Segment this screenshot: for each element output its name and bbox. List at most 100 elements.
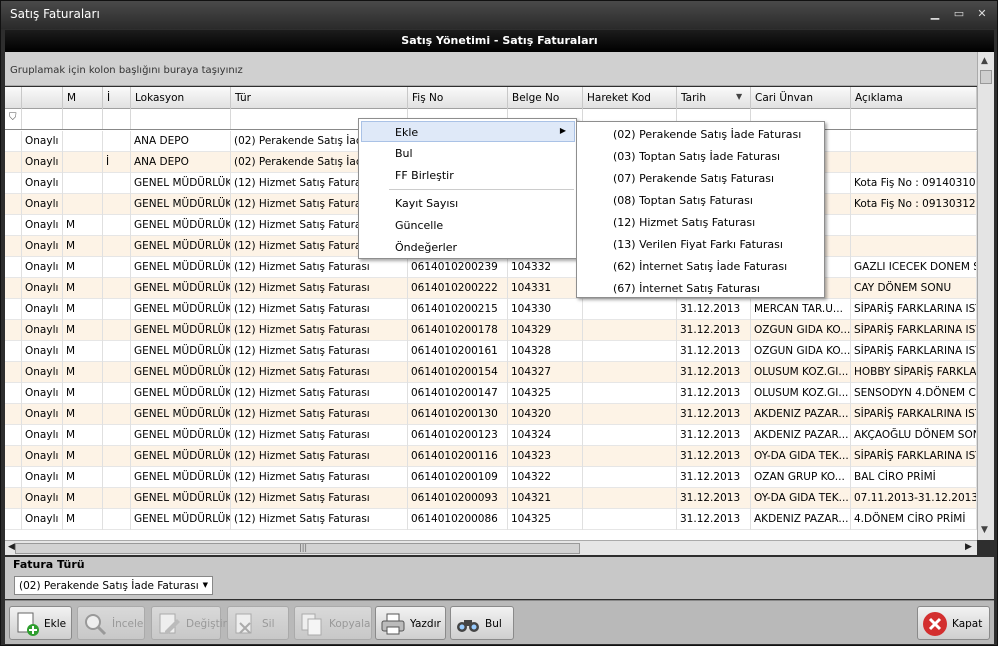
menu-item-merge[interactable]: FF Birleştir [361, 165, 575, 186]
filter-cell[interactable] [131, 109, 231, 129]
row-indicator[interactable] [5, 425, 22, 446]
table-row[interactable]: Onaylı M GENEL MÜDÜRLÜK (12) Hizmet Satış F… [5, 425, 977, 446]
row-indicator[interactable] [5, 257, 22, 278]
submenu-item[interactable]: (13) Verilen Fiyat Farkı Faturası [579, 234, 823, 255]
row-indicator[interactable] [5, 383, 22, 404]
filter-cell[interactable] [103, 109, 131, 129]
row-indicator[interactable] [5, 236, 22, 257]
filter-cell[interactable] [63, 109, 103, 129]
close-button[interactable]: Kapat [917, 606, 990, 640]
scroll-right-icon[interactable]: ▶ [965, 542, 972, 552]
table-cell: GENEL MÜDÜRLÜK [131, 446, 231, 467]
menu-item-find[interactable]: Bul [361, 143, 575, 164]
submenu-item[interactable]: (07) Perakende Satış Faturası [579, 168, 823, 189]
copy-button[interactable]: Kopyala [294, 606, 372, 640]
find-button[interactable]: Bul [450, 606, 514, 640]
row-indicator[interactable] [5, 362, 22, 383]
scroll-left-icon[interactable]: ◀ [8, 542, 15, 552]
table-cell: 31.12.2013 [677, 299, 751, 320]
submenu-item[interactable]: (62) İnternet Satış İade Faturası [579, 256, 823, 277]
table-cell [583, 488, 677, 509]
submenu-item[interactable]: (08) Toptan Satış Faturası [579, 190, 823, 211]
table-row[interactable]: Onaylı M GENEL MÜDÜRLÜK (12) Hizmet Satış F… [5, 257, 977, 278]
table-row[interactable]: Onaylı M GENEL MÜDÜRLÜK (12) Hizmet Satış F… [5, 467, 977, 488]
row-indicator[interactable] [5, 278, 22, 299]
column-header[interactable]: Cari Ünvan [751, 87, 851, 109]
filter-cell[interactable] [851, 109, 977, 129]
row-indicator[interactable] [5, 446, 22, 467]
minimize-icon[interactable]: ▁ [926, 6, 944, 22]
row-indicator[interactable] [5, 152, 22, 173]
delete-icon [235, 613, 252, 634]
table-cell: 104325 [508, 383, 583, 404]
row-indicator[interactable] [5, 299, 22, 320]
scroll-up-icon[interactable]: ▲ [981, 56, 988, 66]
table-cell: GENEL MÜDÜRLÜK [131, 194, 231, 215]
column-header[interactable]: Belge No [508, 87, 583, 109]
column-header[interactable]: Açıklama [851, 87, 977, 109]
row-indicator[interactable] [5, 404, 22, 425]
column-header[interactable]: Hareket Kod [583, 87, 677, 109]
menu-item-refresh[interactable]: Güncelle [361, 215, 575, 236]
submenu-item[interactable]: (03) Toptan Satış İade Faturası [579, 146, 823, 167]
row-indicator[interactable] [5, 215, 22, 236]
menu-item-record-count[interactable]: Kayıt Sayısı [361, 193, 575, 214]
table-cell: GENEL MÜDÜRLÜK [131, 215, 231, 236]
table-row[interactable]: Onaylı M GENEL MÜDÜRLÜK (12) Hizmet Satış F… [5, 509, 977, 530]
table-row[interactable]: Onaylı M GENEL MÜDÜRLÜK (12) Hizmet Satış F… [5, 278, 977, 299]
table-row[interactable]: Onaylı M GENEL MÜDÜRLÜK (12) Hizmet Satış F… [5, 488, 977, 509]
maximize-icon[interactable]: ▭ [950, 6, 968, 22]
scroll-down-icon[interactable]: ▼ [981, 525, 988, 535]
row-indicator[interactable] [5, 509, 22, 530]
table-row[interactable]: Onaylı M GENEL MÜDÜRLÜK (12) Hizmet Satış F… [5, 362, 977, 383]
menu-item-defaults[interactable]: Öndeğerler [361, 237, 575, 258]
add-button[interactable]: Ekle [9, 606, 72, 640]
close-icon[interactable]: ✕ [973, 6, 991, 22]
column-header[interactable]: Tür [231, 87, 408, 109]
row-indicator[interactable] [5, 131, 22, 152]
column-header[interactable]: Lokasyon [131, 87, 231, 109]
column-header-empty[interactable] [5, 87, 22, 109]
column-header[interactable]: İ [103, 87, 131, 109]
column-header-empty[interactable] [22, 87, 63, 109]
table-row[interactable]: Onaylı M GENEL MÜDÜRLÜK (12) Hizmet Satış F… [5, 383, 977, 404]
vertical-scrollbar[interactable]: ▲ ▼ [977, 52, 994, 540]
invoice-type-select[interactable]: (02) Perakende Satış İade Faturası ▼ [14, 576, 213, 595]
row-indicator[interactable] [5, 488, 22, 509]
row-indicator[interactable] [5, 173, 22, 194]
row-indicator[interactable] [5, 320, 22, 341]
table-row[interactable]: Onaylı M GENEL MÜDÜRLÜK (12) Hizmet Satış F… [5, 320, 977, 341]
table-cell: 104331 [508, 278, 583, 299]
invoice-type-value: (02) Perakende Satış İade Faturası [19, 580, 199, 592]
table-row[interactable]: Onaylı M GENEL MÜDÜRLÜK (12) Hizmet Satış F… [5, 446, 977, 467]
hscroll-thumb[interactable]: ||| [15, 543, 580, 554]
row-indicator[interactable] [5, 467, 22, 488]
inspect-button[interactable]: İncele [77, 606, 145, 640]
column-header[interactable]: M [63, 87, 103, 109]
table-cell: 104327 [508, 362, 583, 383]
filter-cell[interactable] [22, 109, 63, 129]
menu-item-add[interactable]: Ekle ▶ [361, 121, 575, 142]
menu-item-label: Ekle [395, 126, 419, 139]
print-button[interactable]: Yazdır [375, 606, 446, 640]
edit-button[interactable]: Değiştir [151, 606, 227, 640]
delete-button[interactable]: Sil [227, 606, 289, 640]
row-indicator[interactable] [5, 194, 22, 215]
row-indicator[interactable] [5, 341, 22, 362]
table-row[interactable]: Onaylı M GENEL MÜDÜRLÜK (12) Hizmet Satış F… [5, 341, 977, 362]
sort-desc-icon[interactable]: ▼ [736, 92, 742, 101]
filter-icon[interactable]: ⛉ [9, 112, 17, 123]
submenu-item[interactable]: (12) Hizmet Satış Faturası [579, 212, 823, 233]
add-button-label: Ekle [44, 618, 67, 630]
table-row[interactable]: Onaylı M GENEL MÜDÜRLÜK (12) Hizmet Satış F… [5, 404, 977, 425]
table-cell: 31.12.2013 [677, 446, 751, 467]
scroll-thumb[interactable] [980, 70, 992, 84]
table-cell: M [63, 341, 103, 362]
horizontal-scrollbar[interactable]: ◀ ||| ▶ [5, 540, 977, 555]
submenu-item[interactable]: (02) Perakende Satış İade Faturası [579, 124, 823, 145]
table-cell: 104330 [508, 299, 583, 320]
group-panel[interactable]: Gruplamak için kolon başlığını buraya ta… [5, 52, 977, 86]
submenu-item[interactable]: (67) İnternet Satış Faturası [579, 278, 823, 299]
column-header[interactable]: Fiş No [408, 87, 508, 109]
table-row[interactable]: Onaylı M GENEL MÜDÜRLÜK (12) Hizmet Satış F… [5, 299, 977, 320]
